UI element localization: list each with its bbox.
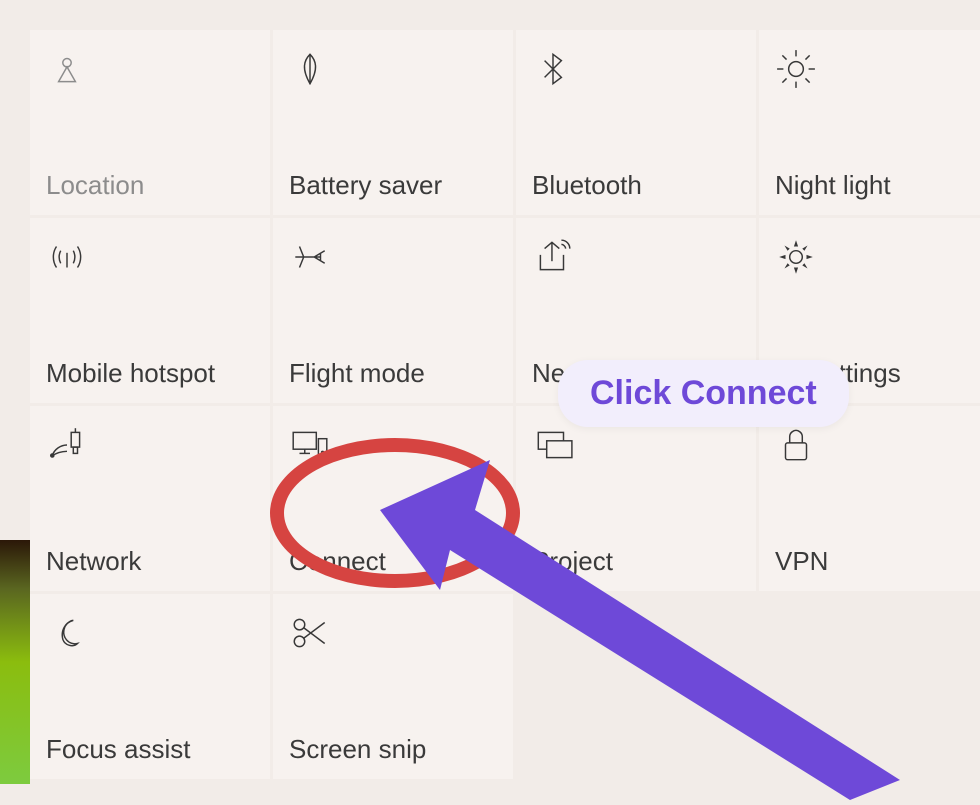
tile-label: Battery saver <box>289 170 497 201</box>
tile-night-light[interactable]: Night light <box>759 30 980 215</box>
tile-label: VPN <box>775 546 980 577</box>
project-icon <box>532 424 740 472</box>
tile-label: Focus assist <box>46 734 254 765</box>
tile-label: Bluetooth <box>532 170 740 201</box>
moon-icon <box>46 612 254 660</box>
tile-label: Night light <box>775 170 980 201</box>
tile-label: Connect <box>289 546 497 577</box>
tile-vpn[interactable]: VPN <box>759 406 980 591</box>
location-icon <box>46 48 254 96</box>
tile-bluetooth[interactable]: Bluetooth <box>516 30 756 215</box>
gear-icon <box>775 236 980 284</box>
tile-flight-mode[interactable]: Flight mode <box>273 218 513 403</box>
tile-screen-snip[interactable]: Screen snip <box>273 594 513 779</box>
tile-label: Screen snip <box>289 734 497 765</box>
tile-network[interactable]: Network <box>30 406 270 591</box>
bluetooth-icon <box>532 48 740 96</box>
tile-label: Mobile hotspot <box>46 358 254 389</box>
tile-label: Project <box>532 546 740 577</box>
annotation-callout: Click Connect <box>558 360 849 427</box>
tile-label: Flight mode <box>289 358 497 389</box>
airplane-icon <box>289 236 497 284</box>
tile-focus-assist[interactable]: Focus assist <box>30 594 270 779</box>
tile-battery-saver[interactable]: Battery saver <box>273 30 513 215</box>
annotation-callout-text: Click Connect <box>590 374 817 412</box>
night-light-icon <box>775 48 980 96</box>
vpn-icon <box>775 424 980 472</box>
tile-location[interactable]: Location <box>30 30 270 215</box>
tile-mobile-hotspot[interactable]: Mobile hotspot <box>30 218 270 403</box>
leaf-icon <box>289 48 497 96</box>
tile-project[interactable]: Project <box>516 406 756 591</box>
tile-label: Location <box>46 170 254 201</box>
hotspot-icon <box>46 236 254 284</box>
tile-connect[interactable]: Connect <box>273 406 513 591</box>
network-icon <box>46 424 254 472</box>
connect-icon <box>289 424 497 472</box>
tile-label: Network <box>46 546 254 577</box>
desktop-background-edge <box>0 540 30 784</box>
share-icon <box>532 236 740 284</box>
scissors-icon <box>289 612 497 660</box>
